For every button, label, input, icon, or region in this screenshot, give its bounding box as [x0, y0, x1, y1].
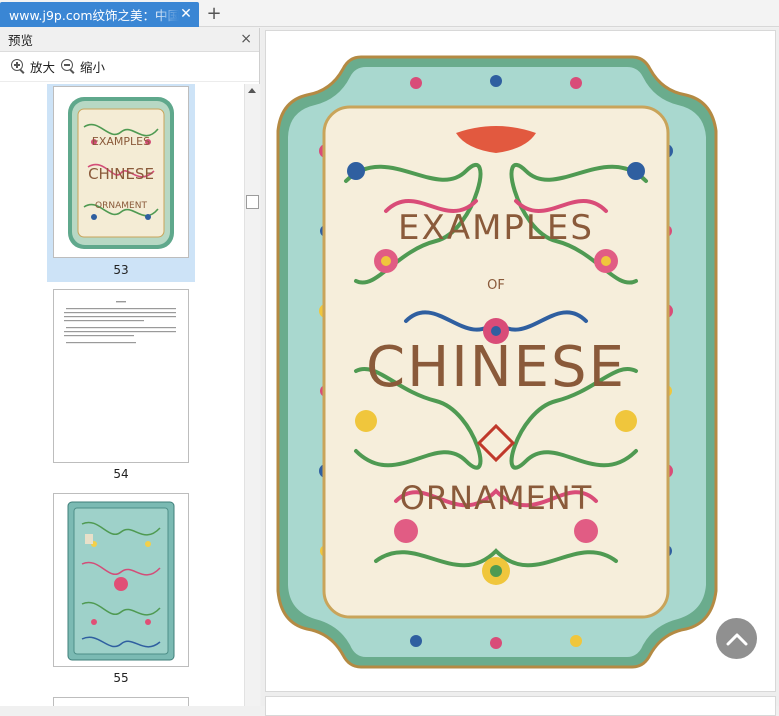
svg-text:CHINESE: CHINESE: [88, 165, 154, 183]
document-tab[interactable]: www.j9p.com纹饰之美：中国纹 ✕: [0, 2, 199, 27]
scroll-up-icon[interactable]: [248, 88, 256, 93]
zoom-out-button[interactable]: 缩小: [61, 57, 105, 76]
svg-text:ORNAMENT: ORNAMENT: [95, 201, 147, 211]
next-page-edge: [265, 696, 776, 716]
preview-panel-title: 预览: [8, 33, 34, 48]
document-viewer[interactable]: EXAMPLES OF CHINESE ORNAMENT: [261, 28, 779, 716]
close-panel-icon[interactable]: ×: [240, 31, 252, 47]
thumbnail-page-53[interactable]: EXAMPLES CHINESE ORNAMENT 53: [47, 84, 195, 282]
thumbnail-page-number: 53: [113, 263, 129, 277]
cover-title-line4: ORNAMENT: [400, 479, 593, 517]
preview-panel-header: 预览 ×: [0, 28, 259, 52]
back-to-top-button[interactable]: [716, 618, 757, 659]
thumbnail-page-56[interactable]: [47, 695, 195, 706]
thumbnail-page-54[interactable]: 54: [47, 287, 195, 487]
svg-text:EXAMPLES: EXAMPLES: [92, 135, 150, 148]
zoom-in-button[interactable]: 放大: [11, 57, 55, 76]
cover-title-line2: OF: [487, 278, 505, 293]
new-tab-icon[interactable]: +: [205, 4, 223, 24]
thumbnail-page-55[interactable]: 55: [47, 491, 195, 691]
thumbnail-page-number: 55: [113, 671, 129, 685]
thumbnail-scrollbar[interactable]: [244, 84, 260, 706]
close-tab-icon[interactable]: ✕: [179, 6, 193, 22]
chevron-up-icon: [726, 633, 747, 645]
zoom-in-icon: [11, 59, 26, 74]
zoom-toolbar: 放大 缩小: [0, 52, 259, 82]
preview-panel: 预览 × 放大 缩小 EXAMPLES CHINESE ORNAMENT 53 …: [0, 28, 260, 706]
thumbnail-page-number: 54: [113, 467, 129, 481]
zoom-in-label: 放大: [30, 60, 56, 75]
thumbnail-image: EXAMPLES CHINESE ORNAMENT: [53, 86, 189, 258]
scrollbar-thumb[interactable]: [246, 195, 259, 209]
cover-title-line3: CHINESE: [366, 335, 626, 400]
thumbnail-image: [53, 493, 189, 667]
thumbnail-image: [53, 697, 189, 706]
cover-illustration: EXAMPLES OF CHINESE ORNAMENT: [266, 31, 775, 691]
thumbnail-image: [53, 289, 189, 463]
thumbnail-list: EXAMPLES CHINESE ORNAMENT 53 54 55: [0, 84, 244, 706]
tab-title: www.j9p.com纹饰之美：中国纹: [9, 8, 179, 23]
zoom-out-label: 缩小: [80, 60, 106, 75]
cover-title-line1: EXAMPLES: [398, 208, 594, 248]
current-page: EXAMPLES OF CHINESE ORNAMENT: [265, 30, 776, 692]
tab-bar: www.j9p.com纹饰之美：中国纹 ✕ +: [0, 0, 779, 27]
zoom-out-icon: [61, 59, 76, 74]
